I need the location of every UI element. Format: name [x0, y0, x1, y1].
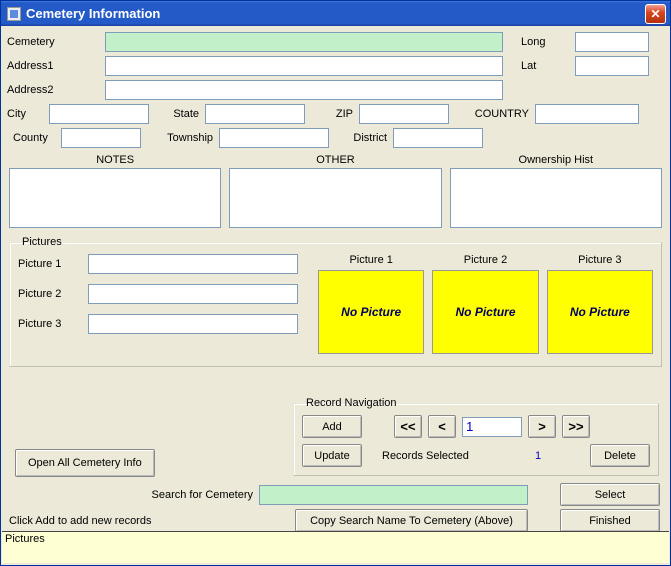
label-picture3: Picture 3 — [18, 318, 88, 330]
select-button[interactable]: Select — [560, 483, 660, 506]
label-country: COUNTRY — [449, 108, 529, 120]
search-input[interactable] — [259, 485, 528, 505]
nav-legend: Record Navigation — [302, 397, 401, 409]
delete-button[interactable]: Delete — [590, 444, 650, 467]
no-picture-text: No Picture — [570, 305, 630, 319]
label-long: Long — [521, 36, 575, 48]
open-all-cemetery-button[interactable]: Open All Cemetery Info — [15, 449, 155, 477]
label-township: Township — [141, 132, 213, 144]
city-input[interactable] — [49, 104, 149, 124]
no-picture-text: No Picture — [341, 305, 401, 319]
label-district: District — [329, 132, 387, 144]
picture2-input[interactable] — [88, 284, 298, 304]
picture3-input[interactable] — [88, 314, 298, 334]
label-notes: NOTES — [96, 154, 134, 166]
records-count: 1 — [518, 450, 558, 462]
titlebar: Cemetery Information ✕ — [1, 1, 670, 26]
cemetery-input[interactable] — [105, 32, 503, 52]
label-state: State — [149, 108, 199, 120]
label-picture2: Picture 2 — [18, 288, 88, 300]
country-input[interactable] — [535, 104, 639, 124]
search-label: Search for Cemetery — [135, 489, 253, 501]
ownership-textarea[interactable] — [450, 168, 662, 228]
picture1-preview: No Picture — [318, 270, 424, 354]
form-body: Cemetery Long Address1 Lat Address2 City… — [1, 26, 670, 373]
other-textarea[interactable] — [229, 168, 441, 228]
status-bar: Pictures — [2, 531, 669, 563]
window-title: Cemetery Information — [26, 6, 645, 21]
add-button[interactable]: Add — [302, 415, 362, 438]
label-lat: Lat — [521, 60, 575, 72]
picture1-input[interactable] — [88, 254, 298, 274]
state-input[interactable] — [205, 104, 305, 124]
next-button[interactable]: > — [528, 415, 556, 438]
label-county: County — [13, 132, 61, 144]
record-navigation-group: Record Navigation Add << < > >> Update R… — [293, 397, 659, 476]
label-other: OTHER — [316, 154, 355, 166]
picture2-preview: No Picture — [432, 270, 538, 354]
record-number-input[interactable] — [462, 417, 522, 437]
preview2-label: Picture 2 — [464, 254, 507, 266]
app-icon — [7, 7, 21, 21]
label-zip: ZIP — [305, 108, 353, 120]
prev-button[interactable]: < — [428, 415, 456, 438]
lat-input[interactable] — [575, 56, 649, 76]
county-input[interactable] — [61, 128, 141, 148]
label-address1: Address1 — [7, 60, 105, 72]
copy-search-button[interactable]: Copy Search Name To Cemetery (Above) — [295, 509, 528, 532]
close-button[interactable]: ✕ — [645, 4, 666, 24]
preview1-label: Picture 1 — [349, 254, 392, 266]
no-picture-text: No Picture — [455, 305, 515, 319]
finished-button[interactable]: Finished — [560, 509, 660, 532]
last-button[interactable]: >> — [562, 415, 590, 438]
first-button[interactable]: << — [394, 415, 422, 438]
address2-input[interactable] — [105, 80, 503, 100]
picture3-preview: No Picture — [547, 270, 653, 354]
address1-input[interactable] — [105, 56, 503, 76]
long-input[interactable] — [575, 32, 649, 52]
pictures-legend: Pictures — [18, 236, 66, 248]
district-input[interactable] — [393, 128, 483, 148]
label-picture1: Picture 1 — [18, 258, 88, 270]
status-text: Pictures — [5, 533, 45, 545]
label-city: City — [7, 108, 49, 120]
pictures-group: Pictures Picture 1 Picture 2 Picture 3 — [9, 236, 662, 367]
update-button[interactable]: Update — [302, 444, 362, 467]
zip-input[interactable] — [359, 104, 449, 124]
label-ownership: Ownership Hist — [519, 154, 594, 166]
preview3-label: Picture 3 — [578, 254, 621, 266]
window: Cemetery Information ✕ Cemetery Long Add… — [0, 0, 671, 566]
hint-text: Click Add to add new records — [9, 515, 289, 527]
township-input[interactable] — [219, 128, 329, 148]
label-cemetery: Cemetery — [7, 36, 105, 48]
close-icon: ✕ — [650, 7, 660, 21]
records-selected-label: Records Selected — [368, 450, 512, 462]
notes-textarea[interactable] — [9, 168, 221, 228]
label-address2: Address2 — [7, 84, 105, 96]
